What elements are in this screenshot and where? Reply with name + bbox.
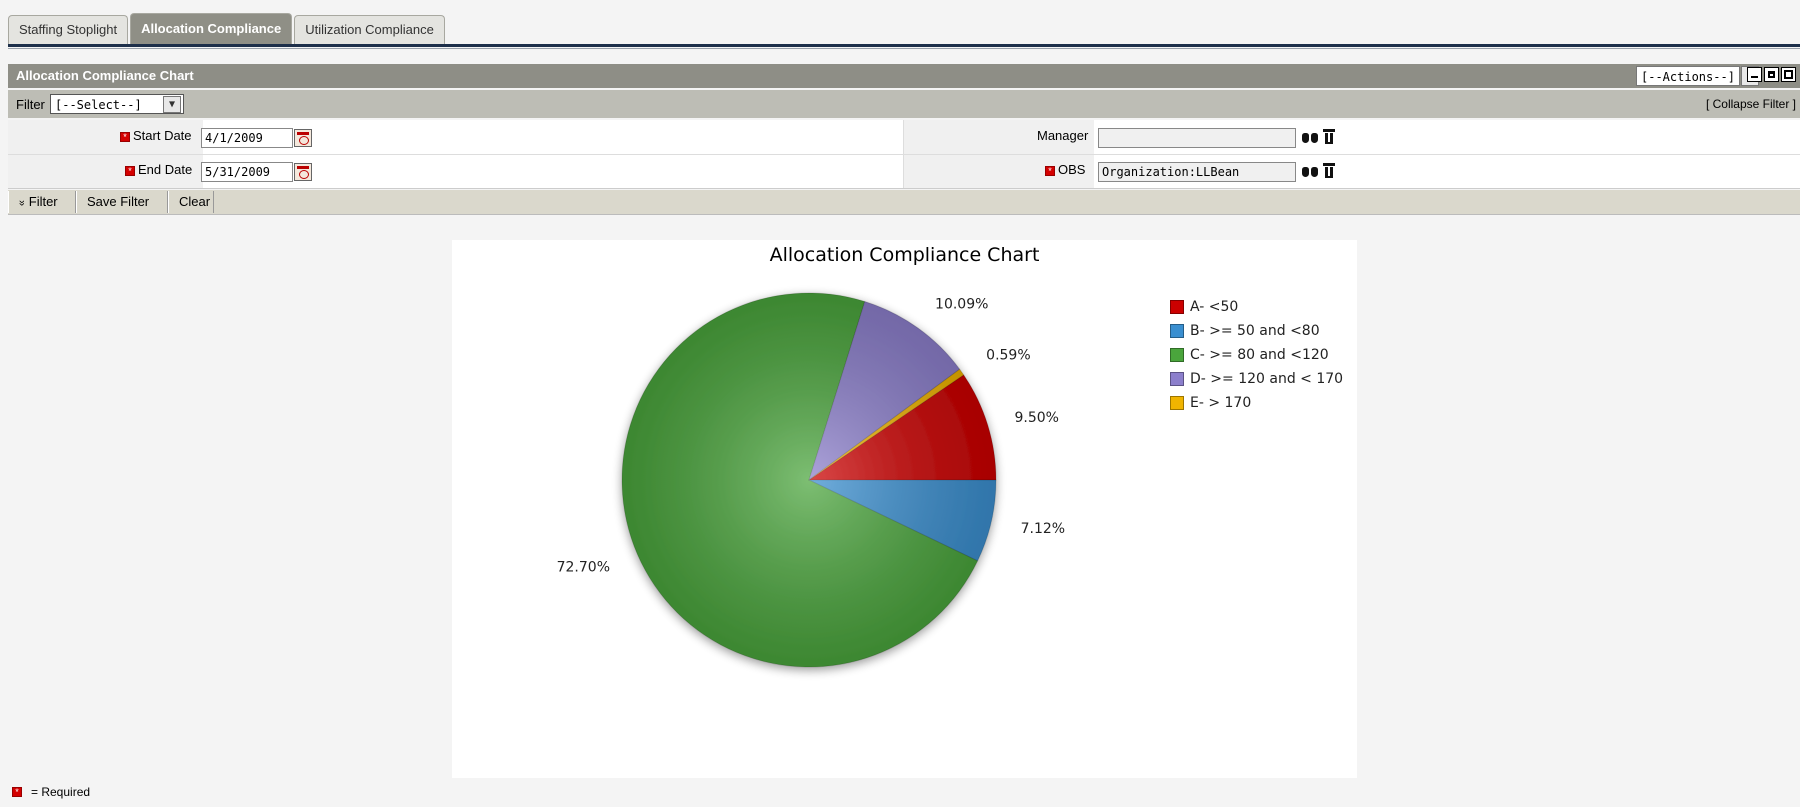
tab-rule (8, 44, 1800, 47)
start-date-field[interactable]: 4/1/2009 (201, 128, 293, 148)
chart-panel: Allocation Compliance Chart 9.50% 7.12% 72… (452, 240, 1357, 778)
window-controls (1747, 67, 1796, 82)
required-note: * = Required (12, 785, 90, 799)
pie-label-b: 7.12% (1021, 521, 1065, 537)
saved-filter-value: [--Select--] (55, 98, 142, 112)
restore-icon[interactable] (1764, 67, 1779, 82)
required-icon: * (12, 787, 22, 797)
legend-item: A- <50 (1170, 295, 1343, 319)
legend-label: C- >= 80 and <120 (1190, 347, 1329, 363)
legend-swatch (1170, 372, 1184, 386)
pie-label-c: 72.70% (557, 560, 610, 576)
calendar-icon[interactable] (294, 163, 312, 181)
legend-swatch (1170, 348, 1184, 362)
double-chevron-icon: « (16, 199, 29, 207)
manager-label: Manager (1037, 128, 1089, 143)
tab-rule-light (8, 48, 1800, 49)
start-date-label: * Start Date (120, 128, 192, 143)
row-separator (8, 154, 1800, 155)
save-filter-button[interactable]: Save Filter (76, 191, 168, 213)
legend-item: C- >= 80 and <120 (1170, 343, 1343, 367)
required-note-text: = Required (31, 785, 91, 799)
required-icon: * (1045, 166, 1055, 176)
legend-label: A- <50 (1190, 299, 1239, 315)
clear-button[interactable]: Clear (168, 191, 214, 213)
manager-field[interactable] (1098, 128, 1296, 148)
maximize-icon[interactable] (1781, 67, 1796, 82)
legend-swatch (1170, 324, 1184, 338)
obs-field[interactable]: Organization:LLBean (1098, 162, 1296, 182)
tab-staffing-stoplight[interactable]: Staffing Stoplight (8, 15, 129, 44)
end-date-label: * End Date (125, 162, 192, 177)
actions-dropdown-value: [--Actions--] (1641, 70, 1735, 84)
chart-legend: A- <50 B- >= 50 and <80 C- >= 80 and <120 D… (1170, 295, 1343, 415)
required-icon: * (120, 132, 130, 142)
tab-bar: Staffing Stoplight Allocation Compliance U… (8, 13, 447, 44)
legend-item: D- >= 120 and < 170 (1170, 367, 1343, 391)
tab-allocation-compliance[interactable]: Allocation Compliance (130, 13, 293, 44)
pie-label-e: 0.59% (986, 348, 1030, 364)
tab-utilization-compliance[interactable]: Utilization Compliance (294, 15, 445, 44)
filter-bar: Filter [--Select--] ▼ [ Collapse Filter … (8, 90, 1800, 118)
legend-swatch (1170, 396, 1184, 410)
actions-dropdown[interactable]: [--Actions--] ▼ (1636, 66, 1759, 86)
clear-trash-icon[interactable] (1323, 163, 1335, 179)
portlet-title: Allocation Compliance Chart (16, 68, 194, 83)
legend-label: E- > 170 (1190, 395, 1252, 411)
clear-trash-icon[interactable] (1323, 129, 1335, 145)
pie-label-d: 10.09% (935, 296, 988, 312)
page: Staffing Stoplight Allocation Compliance U… (0, 0, 1800, 807)
obs-label: * OBS (1045, 162, 1085, 177)
legend-label: D- >= 120 and < 170 (1190, 371, 1344, 387)
filter-label: Filter (16, 97, 45, 112)
browse-binoculars-icon[interactable] (1300, 130, 1320, 144)
portlet-header: Allocation Compliance Chart [--Actions--… (8, 64, 1800, 88)
minimize-icon[interactable] (1747, 67, 1762, 82)
legend-swatch (1170, 300, 1184, 314)
required-icon: * (125, 166, 135, 176)
saved-filter-dropdown[interactable]: [--Select--] ▼ (50, 94, 184, 114)
filter-button[interactable]: « Filter (8, 191, 76, 213)
calendar-icon[interactable] (294, 129, 312, 147)
legend-item: B- >= 50 and <80 (1170, 319, 1343, 343)
collapse-filter-link[interactable]: [ Collapse Filter ] (1706, 97, 1796, 111)
browse-binoculars-icon[interactable] (1300, 164, 1320, 178)
legend-label: B- >= 50 and <80 (1190, 323, 1320, 339)
pie-label-a: 9.50% (1014, 410, 1058, 426)
end-date-field[interactable]: 5/31/2009 (201, 162, 293, 182)
legend-item: E- > 170 (1170, 391, 1343, 415)
filter-button-bar: « Filter Save Filter Clear (8, 190, 1800, 215)
chevron-down-icon[interactable]: ▼ (163, 96, 181, 113)
filter-fields: * Start Date 4/1/2009 * End Date 5/31/2009… (8, 120, 1800, 189)
